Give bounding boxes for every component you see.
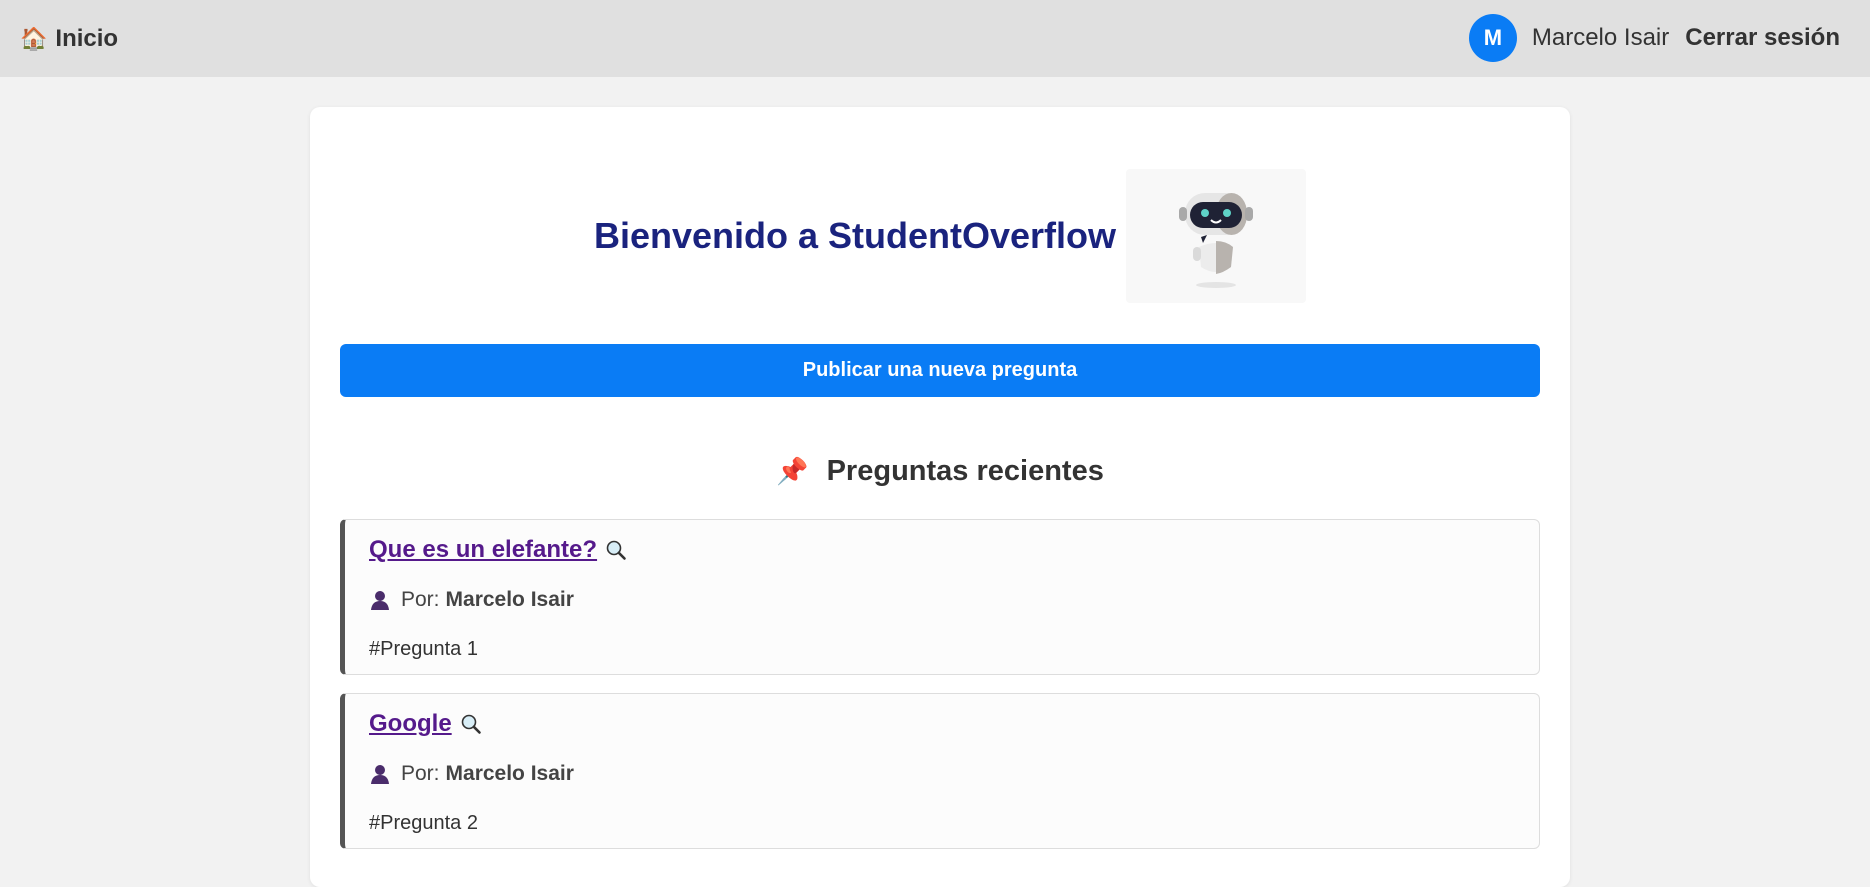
recent-questions-title: Preguntas recientes — [826, 455, 1104, 487]
question-tag: #Pregunta 1 — [369, 638, 478, 660]
pushpin-icon: 📌 — [776, 456, 809, 486]
user-icon — [369, 763, 391, 785]
logout-link[interactable]: Cerrar sesión — [1685, 24, 1840, 52]
recent-questions-heading: 📌 Preguntas recientes — [310, 455, 1570, 488]
house-icon: 🏠 — [20, 26, 48, 51]
author-name: Marcelo Isair — [445, 762, 574, 785]
search-icon — [605, 539, 627, 561]
by-label: Por: — [401, 588, 440, 611]
page-title: Bienvenido a StudentOverflow — [593, 215, 1117, 256]
home-link[interactable]: 🏠 Inicio — [20, 25, 118, 53]
home-label: Inicio — [55, 25, 119, 52]
hero: Bienvenido a StudentOverflow — [310, 167, 1570, 305]
user-icon — [369, 589, 391, 611]
avatar[interactable]: M — [1468, 14, 1517, 62]
user-area: M Marcelo Isair Cerrar sesión — [1468, 14, 1840, 62]
author-name: Marcelo Isair — [445, 588, 574, 611]
question-author: Por: Marcelo Isair — [369, 588, 574, 612]
search-icon — [460, 713, 482, 735]
question-card: Google Por: Marcelo Isair #Pregunta 2 — [340, 693, 1540, 849]
question-card: Que es un elefante? Por: Marcelo Isair #… — [340, 519, 1540, 675]
question-title-link[interactable]: Google — [369, 710, 452, 738]
robot-illustration — [1126, 169, 1307, 303]
question-author: Por: Marcelo Isair — [369, 762, 574, 786]
top-navbar: 🏠 Inicio M Marcelo Isair Cerrar sesión — [0, 0, 1870, 77]
user-name: Marcelo Isair — [1531, 24, 1670, 51]
publish-question-button[interactable]: Publicar una nueva pregunta — [340, 344, 1540, 397]
question-title-link[interactable]: Que es un elefante? — [369, 536, 597, 564]
main-card: Bienvenido a StudentOverflow Publicar un… — [310, 107, 1570, 887]
question-tag: #Pregunta 2 — [369, 812, 478, 834]
by-label: Por: — [401, 762, 440, 785]
